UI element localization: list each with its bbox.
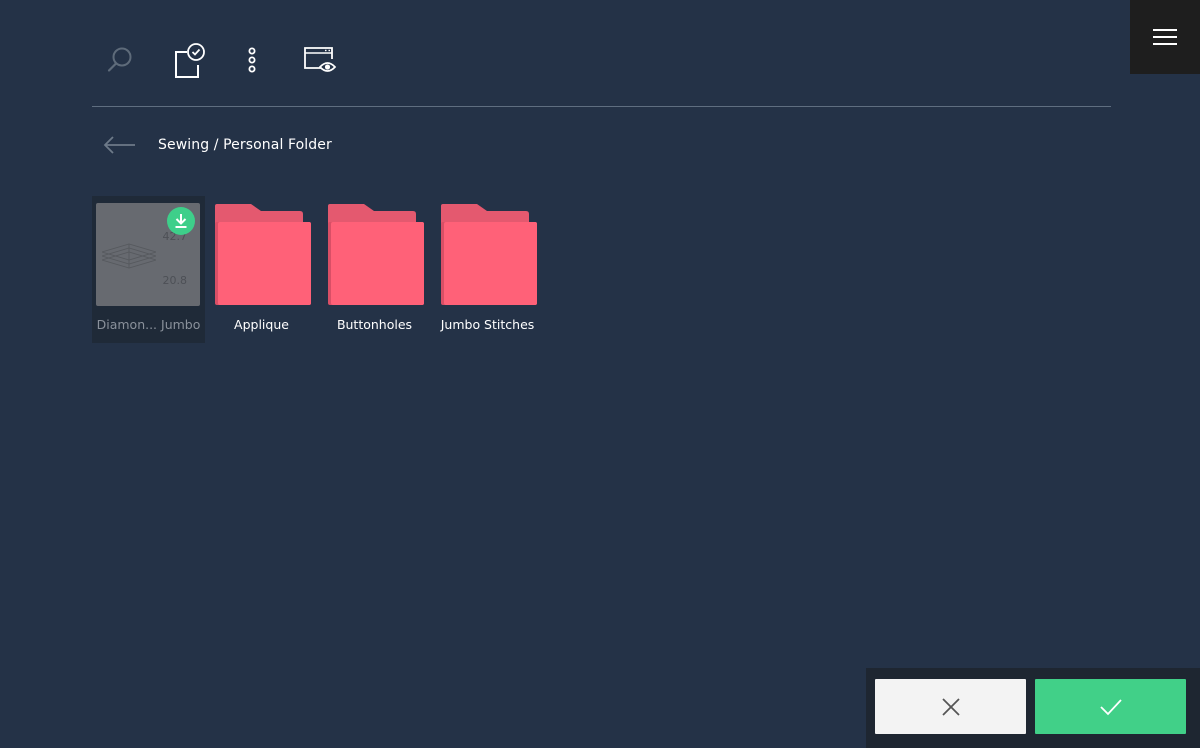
- close-icon: [941, 697, 960, 716]
- stitch-pattern-preview: [102, 243, 156, 269]
- breadcrumb: Sewing / Personal Folder: [100, 128, 332, 162]
- toolbar: [92, 36, 1112, 84]
- preview-button[interactable]: [296, 36, 344, 84]
- confirm-button[interactable]: [1035, 679, 1186, 734]
- download-icon: [175, 214, 187, 228]
- folder-label: Buttonholes: [336, 317, 413, 332]
- folder-tile-applique[interactable]: Applique: [205, 196, 318, 343]
- folder-label: Jumbo Stitches: [440, 317, 535, 332]
- more-vertical-icon: [248, 47, 256, 73]
- folder-tile-jumbo-stitches[interactable]: Jumbo Stitches: [431, 196, 544, 343]
- select-checkbox-icon: [175, 43, 205, 78]
- folder-icon: [441, 204, 537, 305]
- folder-icon: [215, 204, 311, 305]
- cancel-button[interactable]: [875, 679, 1026, 734]
- folder-label: Applique: [234, 317, 289, 332]
- select-button[interactable]: [164, 36, 212, 84]
- dimension-width: 20.8: [162, 274, 188, 287]
- back-button[interactable]: [100, 128, 138, 162]
- folder-icon: [328, 204, 424, 305]
- download-badge: [167, 207, 195, 235]
- search-icon: [107, 47, 132, 72]
- main-menu-button[interactable]: [1130, 0, 1200, 74]
- breadcrumb-path: Sewing / Personal Folder: [158, 137, 332, 153]
- file-label: Diamon... Jumbo: [96, 317, 201, 332]
- checkmark-icon: [1099, 698, 1122, 715]
- hamburger-menu-icon: [1153, 29, 1177, 45]
- toolbar-divider: [92, 106, 1111, 107]
- window-preview-icon: [304, 47, 337, 72]
- file-tile[interactable]: 42.7 20.8 Diamon... Jumbo: [92, 196, 205, 343]
- more-options-button[interactable]: [228, 36, 276, 84]
- arrow-left-icon: [103, 136, 135, 154]
- folder-tile-buttonholes[interactable]: Buttonholes: [318, 196, 431, 343]
- action-bar: [866, 668, 1200, 748]
- search-button[interactable]: [96, 36, 144, 84]
